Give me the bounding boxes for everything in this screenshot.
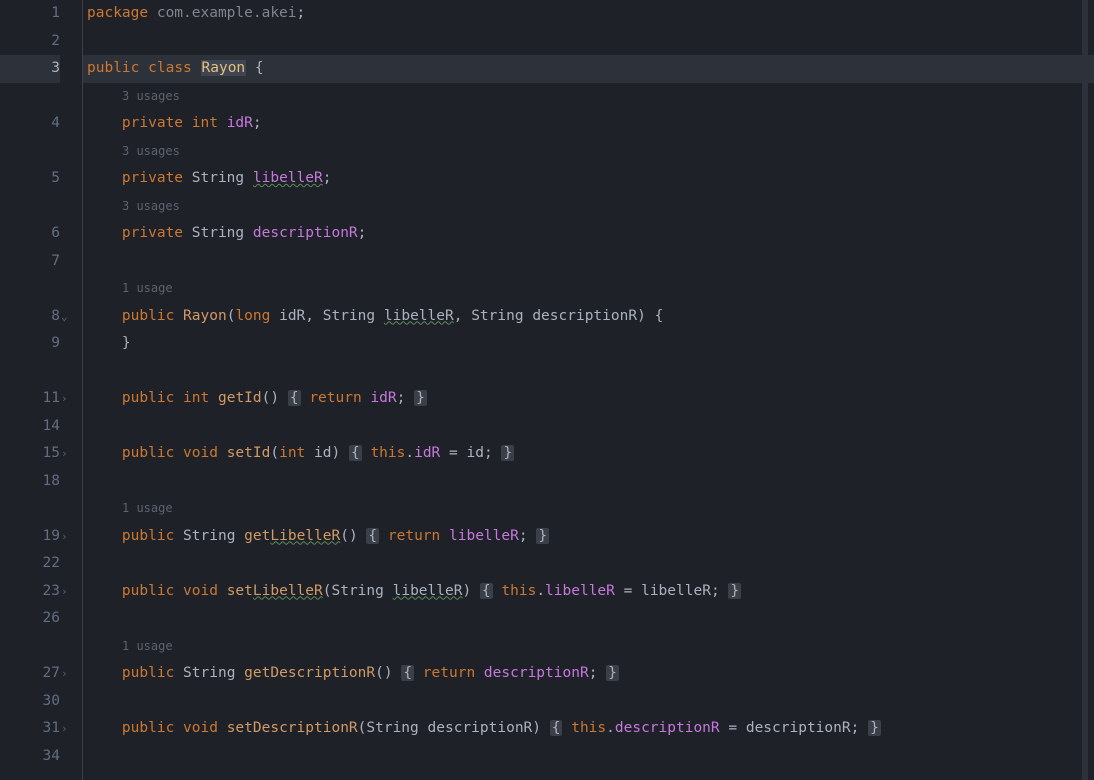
code-line[interactable] <box>83 28 1094 56</box>
line-number[interactable]: 31› <box>0 715 60 743</box>
code-line[interactable] <box>83 743 1094 771</box>
code-line[interactable] <box>83 358 1094 386</box>
code-line[interactable]: public String getDescriptionR() { return… <box>83 660 1094 688</box>
code-line[interactable]: public void setId(int id) { this.idR = i… <box>83 440 1094 468</box>
fold-collapsed-icon[interactable]: › <box>61 715 68 743</box>
code-line[interactable] <box>83 413 1094 441</box>
fold-collapsed-icon[interactable]: › <box>61 578 68 606</box>
line-number[interactable]: 18 <box>0 468 60 496</box>
line-number[interactable]: 2 <box>0 28 60 56</box>
line-number[interactable]: 9 <box>0 330 60 358</box>
line-number[interactable]: 3 <box>0 55 60 83</box>
code-line[interactable] <box>83 248 1094 276</box>
fold-expanded-icon[interactable]: ⌄ <box>61 303 68 331</box>
code-line[interactable] <box>83 688 1094 716</box>
code-line[interactable] <box>83 605 1094 633</box>
line-number-empty <box>0 358 60 386</box>
line-number[interactable]: 26 <box>0 605 60 633</box>
usage-hint[interactable]: 3 usages <box>83 193 1094 221</box>
line-number-hint <box>0 633 60 661</box>
code-editor[interactable]: package com.example.akei; public class R… <box>83 0 1094 780</box>
line-number[interactable]: 23› <box>0 578 60 606</box>
usage-hint[interactable]: 1 usage <box>83 275 1094 303</box>
code-line[interactable]: public void setLibelleR(String libelleR)… <box>83 578 1094 606</box>
line-number[interactable]: 14 <box>0 413 60 441</box>
line-number[interactable]: 6 <box>0 220 60 248</box>
code-line[interactable]: } <box>83 330 1094 358</box>
usage-hint[interactable]: 1 usage <box>83 495 1094 523</box>
line-number[interactable]: 34 <box>0 743 60 771</box>
code-line[interactable]: package com.example.akei; <box>83 0 1094 28</box>
line-number[interactable]: 5 <box>0 165 60 193</box>
code-line[interactable]: public String getLibelleR() { return lib… <box>83 523 1094 551</box>
usage-hint[interactable]: 1 usage <box>83 633 1094 661</box>
line-number[interactable]: 15› <box>0 440 60 468</box>
selection: Rayon <box>201 60 247 76</box>
line-number-hint <box>0 495 60 523</box>
line-number[interactable]: 8⌄ <box>0 303 60 331</box>
line-number[interactable]: 22 <box>0 550 60 578</box>
fold-collapsed-icon[interactable]: › <box>61 385 68 413</box>
line-number[interactable]: 7 <box>0 248 60 276</box>
code-line[interactable]: public void setDescriptionR(String descr… <box>83 715 1094 743</box>
line-number-hint <box>0 83 60 111</box>
gutter: 1 2 3 4 5 6 7 8⌄ 9 11› 14 15› 18 19› 22 … <box>0 0 83 780</box>
line-number[interactable]: 11› <box>0 385 60 413</box>
code-line-active[interactable]: public class Rayon { <box>83 55 1094 83</box>
fold-collapsed-icon[interactable]: › <box>61 523 68 551</box>
line-number[interactable]: 4 <box>0 110 60 138</box>
fold-collapsed-icon[interactable]: › <box>61 440 68 468</box>
line-number-hint <box>0 138 60 166</box>
line-number-hint <box>0 275 60 303</box>
code-line[interactable]: private String descriptionR; <box>83 220 1094 248</box>
line-number[interactable]: 27› <box>0 660 60 688</box>
fold-collapsed-icon[interactable]: › <box>61 660 68 688</box>
line-number[interactable]: 1 <box>0 0 60 28</box>
usage-hint[interactable]: 3 usages <box>83 83 1094 111</box>
code-line[interactable]: private int idR; <box>83 110 1094 138</box>
code-line[interactable]: public Rayon(long idR, String libelleR, … <box>83 303 1094 331</box>
line-number[interactable]: 30 <box>0 688 60 716</box>
code-line[interactable]: private String libelleR; <box>83 165 1094 193</box>
line-number[interactable]: 19› <box>0 523 60 551</box>
code-line[interactable] <box>83 468 1094 496</box>
code-line[interactable]: public int getId() { return idR; } <box>83 385 1094 413</box>
usage-hint[interactable]: 3 usages <box>83 138 1094 166</box>
code-line[interactable] <box>83 550 1094 578</box>
line-number-hint <box>0 193 60 221</box>
